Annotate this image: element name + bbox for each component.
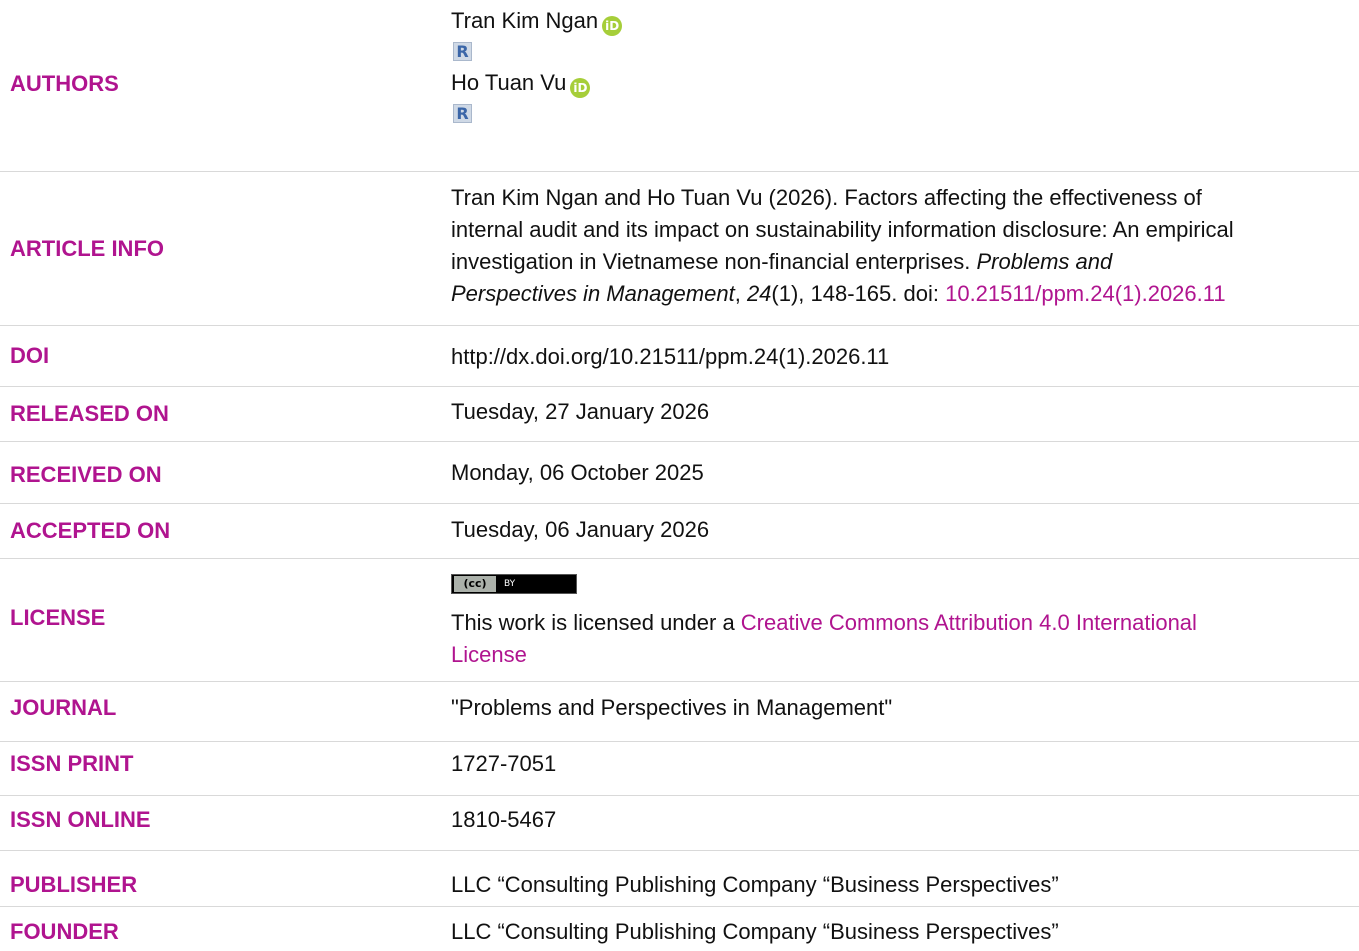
journal-label: JOURNAL bbox=[10, 695, 117, 720]
license-link[interactable]: Creative Commons Attribution 4.0 Interna… bbox=[741, 610, 1197, 635]
license-text-line: License bbox=[451, 639, 1359, 671]
citation-line: investigation in Vietnamese non-financia… bbox=[451, 246, 1359, 278]
researchgate-icon[interactable]: R bbox=[453, 104, 472, 123]
row-publisher: PUBLISHER LLC “Consulting Publishing Com… bbox=[0, 851, 1359, 907]
license-link-continued[interactable]: License bbox=[451, 642, 527, 667]
license-text-line: This work is licensed under a Creative C… bbox=[451, 607, 1359, 639]
author-item: Ho Tuan Vu iD bbox=[451, 69, 1359, 98]
doi-value: http://dx.doi.org/10.21511/ppm.24(1).202… bbox=[451, 344, 890, 369]
issn-print-value: 1727-7051 bbox=[451, 751, 557, 776]
authors-list: Tran Kim Ngan iD R Ho Tuan Vu iD R bbox=[451, 7, 1359, 131]
author-name[interactable]: Ho Tuan Vu bbox=[451, 70, 566, 95]
accepted-label: ACCEPTED ON bbox=[10, 518, 171, 543]
license-label: LICENSE bbox=[10, 605, 106, 630]
orcid-icon[interactable]: iD bbox=[570, 78, 591, 98]
released-label: RELEASED ON bbox=[10, 401, 169, 426]
row-authors: AUTHORS Tran Kim Ngan iD R Ho Tuan Vu iD R bbox=[0, 0, 1359, 172]
issn-online-value: 1810-5467 bbox=[451, 807, 557, 832]
row-issn-print: ISSN PRINT 1727-7051 bbox=[0, 742, 1359, 796]
received-label: RECEIVED ON bbox=[10, 462, 162, 487]
publisher-value: LLC “Consulting Publishing Company “Busi… bbox=[451, 872, 1059, 897]
row-article-info: ARTICLE INFO Tran Kim Ngan and Ho Tuan V… bbox=[0, 172, 1359, 326]
authors-label: AUTHORS bbox=[10, 71, 119, 96]
article-info-label: ARTICLE INFO bbox=[10, 236, 164, 261]
researchgate-icon[interactable]: R bbox=[453, 42, 472, 61]
row-accepted: ACCEPTED ON Tuesday, 06 January 2026 bbox=[0, 504, 1359, 559]
article-citation: Tran Kim Ngan and Ho Tuan Vu (2026). Fac… bbox=[451, 182, 1359, 310]
author-name[interactable]: Tran Kim Ngan bbox=[451, 8, 598, 33]
publisher-label: PUBLISHER bbox=[10, 872, 138, 897]
journal-value: "Problems and Perspectives in Management… bbox=[451, 695, 893, 720]
row-released: RELEASED ON Tuesday, 27 January 2026 bbox=[0, 387, 1359, 442]
received-value: Monday, 06 October 2025 bbox=[451, 460, 704, 485]
citation-journal: Problems and bbox=[976, 249, 1113, 274]
citation-line: Tran Kim Ngan and Ho Tuan Vu (2026). Fac… bbox=[451, 185, 1202, 210]
founder-value: LLC “Consulting Publishing Company “Busi… bbox=[451, 919, 1059, 944]
row-license: LICENSE (cc) BY This work is licensed und… bbox=[0, 559, 1359, 682]
citation-doi-link[interactable]: 10.21511/ppm.24(1).2026.11 bbox=[945, 281, 1226, 306]
cc-by-badge-icon[interactable]: (cc) BY bbox=[451, 574, 577, 594]
by-badge-text: BY bbox=[504, 579, 516, 589]
issn-print-label: ISSN PRINT bbox=[10, 751, 134, 776]
citation-line: internal audit and its impact on sustain… bbox=[451, 217, 1234, 242]
citation-line: Perspectives in Management, 24(1), 148-1… bbox=[451, 281, 1226, 306]
row-issn-online: ISSN ONLINE 1810-5467 bbox=[0, 796, 1359, 851]
citation-volume: 24 bbox=[746, 281, 772, 306]
founder-label: FOUNDER bbox=[10, 919, 119, 944]
license-value: (cc) BY This work is licensed under a Cre… bbox=[451, 571, 1359, 671]
row-founder: FOUNDER LLC “Consulting Publishing Compa… bbox=[0, 907, 1359, 951]
citation-issue-pages: (1), 148-165. doi: bbox=[771, 281, 946, 306]
license-text: This work is licensed under a bbox=[451, 610, 741, 635]
row-received: RECEIVED ON Monday, 06 October 2025 bbox=[0, 442, 1359, 504]
issn-online-label: ISSN ONLINE bbox=[10, 807, 151, 832]
cc-badge-text: (cc) bbox=[454, 576, 496, 592]
row-doi: DOI http://dx.doi.org/10.21511/ppm.24(1)… bbox=[0, 326, 1359, 387]
author-item: Tran Kim Ngan iD bbox=[451, 7, 1359, 36]
accepted-value: Tuesday, 06 January 2026 bbox=[451, 517, 710, 542]
row-journal: JOURNAL "Problems and Perspectives in Ma… bbox=[0, 682, 1359, 742]
citation-journal: Perspectives in Management bbox=[451, 281, 735, 306]
doi-label: DOI bbox=[10, 343, 50, 368]
orcid-icon[interactable]: iD bbox=[602, 16, 623, 36]
citation-text: investigation in Vietnamese non-financia… bbox=[451, 249, 971, 274]
released-value: Tuesday, 27 January 2026 bbox=[451, 399, 710, 424]
